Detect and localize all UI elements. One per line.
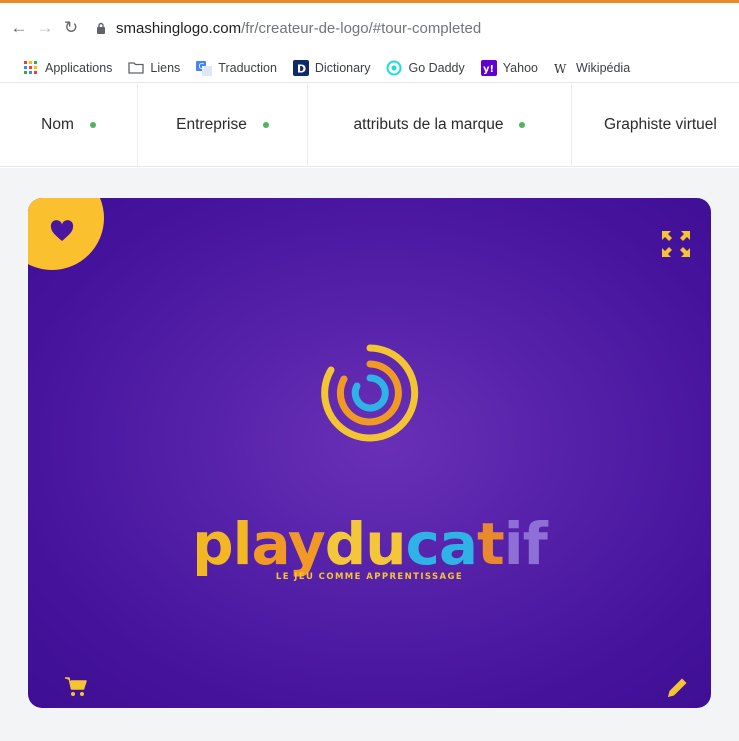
bookmarks-bar: Applications Liens G Traduction D Dictio…	[0, 53, 739, 83]
expand-icon[interactable]	[661, 230, 691, 258]
step-graphiste-virtuel[interactable]: Graphiste virtuel	[572, 84, 739, 166]
bookmark-label: Traduction	[218, 60, 277, 75]
url-domain: smashinglogo.com	[116, 19, 242, 37]
wikipedia-icon: W	[554, 60, 570, 76]
svg-text:G: G	[199, 62, 205, 71]
step-label: attributs de la marque	[353, 116, 504, 133]
bookmark-wikipedia[interactable]: W Wikipédia	[554, 60, 630, 76]
logo-preview-card: playducatif LE JEU COMME APPRENTISSAGE	[28, 198, 711, 708]
bookmark-label: Dictionary	[314, 60, 371, 75]
step-attributs[interactable]: attributs de la marque	[308, 84, 572, 166]
bookmark-applications[interactable]: Applications	[23, 60, 112, 76]
reload-icon[interactable]: ↻	[58, 15, 84, 41]
apps-grid-icon	[23, 60, 39, 76]
bookmark-traduction[interactable]: G Traduction	[196, 60, 277, 76]
lock-icon[interactable]	[94, 20, 108, 36]
bookmark-label: Liens	[150, 60, 181, 75]
step-label: Graphiste virtuel	[604, 116, 717, 133]
pencil-icon[interactable]	[665, 676, 689, 700]
wordmark-part: t	[477, 510, 505, 578]
completed-dot-icon	[262, 122, 269, 128]
bookmark-yahoo[interactable]: y! Yahoo	[480, 59, 538, 76]
bookmark-label: Go Daddy	[408, 60, 465, 75]
bookmark-dictionary[interactable]: D Dictionary	[292, 59, 371, 76]
completed-dot-icon	[519, 122, 526, 128]
favorite-button[interactable]	[28, 198, 104, 270]
wordmark-part: du	[324, 510, 407, 578]
url-field[interactable]: smashinglogo.com/fr/createur-de-logo/#to…	[116, 20, 481, 37]
dictionary-icon: D	[292, 59, 309, 76]
back-arrow-icon[interactable]: ←	[6, 15, 32, 41]
forward-arrow-icon[interactable]: →	[32, 15, 58, 41]
brand-tagline: LE JEU COMME APPRENTISSAGE	[275, 572, 464, 582]
cart-icon[interactable]	[64, 676, 88, 698]
bookmark-liens[interactable]: Liens	[128, 60, 180, 76]
folder-icon	[128, 60, 145, 76]
bookmark-label: Wikipédia	[575, 60, 631, 75]
svg-text:D: D	[297, 62, 306, 75]
steps-nav: Nom Entreprise attributs de la marque Gr…	[0, 84, 739, 167]
yahoo-icon: y!	[480, 59, 497, 76]
step-label: Nom	[41, 116, 74, 133]
step-nom[interactable]: Nom	[0, 84, 138, 166]
svg-text:y!: y!	[483, 64, 494, 75]
wordmark-part: ca	[405, 510, 479, 578]
completed-dot-icon	[89, 122, 96, 128]
heart-icon	[50, 220, 74, 241]
translate-icon: G	[196, 60, 213, 76]
wordmark-part: ay	[251, 510, 326, 578]
step-entreprise[interactable]: Entreprise	[138, 84, 308, 166]
bookmark-label: Yahoo	[502, 60, 538, 75]
wordmark-part: if	[503, 510, 548, 578]
brand-wordmark: playducatif	[28, 514, 711, 574]
bookmark-godaddy[interactable]: Go Daddy	[386, 60, 465, 76]
godaddy-icon	[386, 60, 402, 76]
bookmark-label: Applications	[45, 60, 113, 75]
address-bar: ← → ↻ smashinglogo.com/fr/createur-de-lo…	[0, 3, 739, 53]
svg-text:W: W	[554, 62, 567, 75]
logo-mark-icon	[321, 344, 419, 442]
url-path: /fr/createur-de-logo/#tour-completed	[241, 19, 482, 37]
step-label: Entreprise	[176, 116, 247, 133]
content-area: playducatif LE JEU COMME APPRENTISSAGE	[0, 168, 739, 741]
wordmark-part: pl	[192, 510, 252, 578]
